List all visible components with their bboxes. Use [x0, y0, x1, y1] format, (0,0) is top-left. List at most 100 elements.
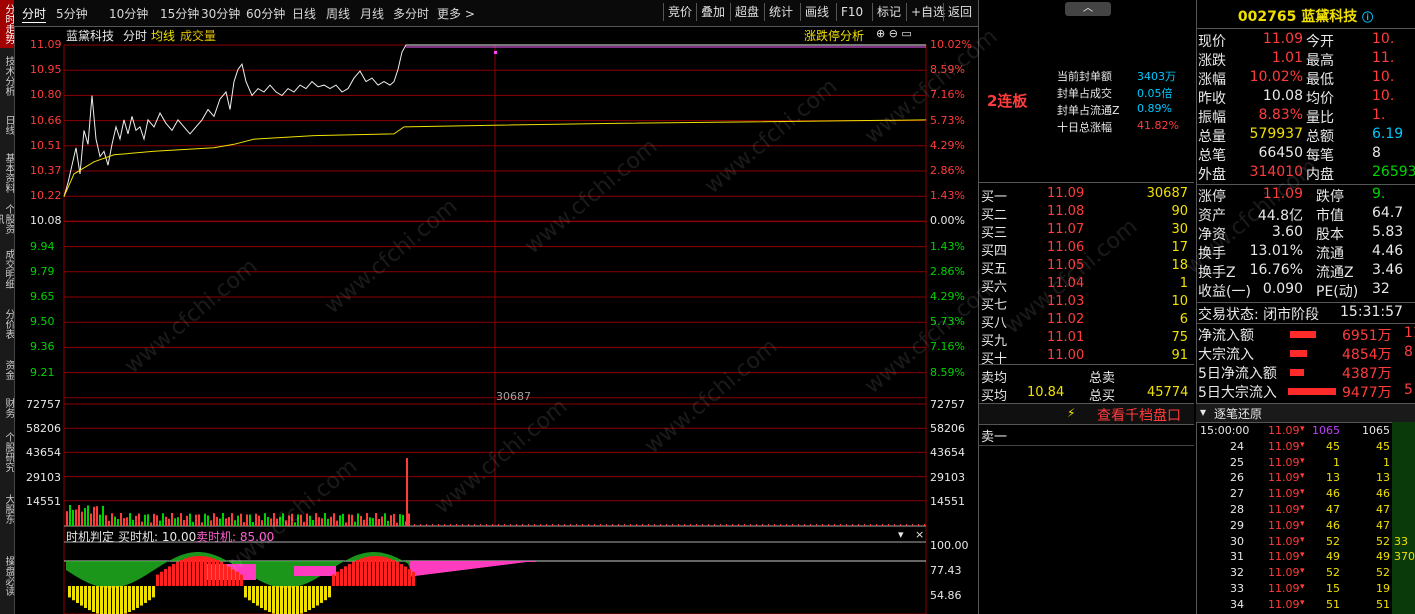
quote-label: 昨收 — [1198, 91, 1226, 107]
toolbar-button-8[interactable]: 返回 — [943, 3, 976, 21]
toolbar-button-3[interactable]: 统计 — [764, 3, 797, 21]
bid-row[interactable]: 买四 11.06 17 — [979, 239, 1194, 259]
volume-bar — [528, 524, 529, 526]
volume-bar — [237, 515, 239, 526]
quote-label-2: 最低 — [1306, 72, 1334, 88]
view-more-bar[interactable]: ⚡ 查看千档盘口 — [979, 403, 1194, 425]
bid-row[interactable]: 买六 11.04 1 — [979, 275, 1194, 295]
period-tab-0[interactable]: 分时 — [22, 5, 47, 23]
chevron-down-icon[interactable]: ▾ — [1200, 405, 1206, 419]
left-tab-7[interactable]: 资金 — [0, 350, 14, 390]
bid-row[interactable]: 买一 11.09 30687 — [979, 185, 1194, 205]
view-depth-link[interactable]: 查看千档盘口 — [1097, 405, 1181, 425]
left-tab-6[interactable]: 分价表 — [0, 300, 14, 348]
left-tab-11[interactable]: 操盘必读 — [0, 540, 14, 612]
divider — [979, 364, 1194, 365]
period-tab-7[interactable]: 周线 — [326, 5, 350, 22]
period-tab-8[interactable]: 月线 — [360, 5, 384, 22]
trade-time: 33 — [1230, 582, 1244, 595]
info-icon[interactable]: ⓘ — [1362, 11, 1373, 24]
trade-up-arrow-icon: ▾ — [1300, 534, 1305, 545]
left-tab-4[interactable]: 个股资讯 — [0, 200, 14, 238]
indicator-bar — [292, 586, 295, 614]
left-tab-2[interactable]: 日线 — [0, 104, 14, 146]
period-tab-2[interactable]: 10分钟 — [109, 5, 148, 22]
bid-row[interactable]: 买八 11.02 6 — [979, 311, 1194, 331]
volume-bar — [210, 520, 212, 526]
toolbar-button-6[interactable]: 标记 — [872, 3, 905, 21]
indicator-bar — [192, 556, 195, 586]
left-tab-5[interactable]: 成交明细 — [0, 240, 14, 298]
volume-bar — [333, 513, 335, 526]
indicator-bar — [328, 586, 331, 598]
period-tab-9[interactable]: 多分时 — [393, 5, 429, 22]
indicator-bar — [248, 586, 251, 601]
left-tab-0[interactable]: 分时走势 — [0, 0, 14, 48]
volume-bar — [240, 513, 242, 526]
lightning-icon: ⚡ — [1067, 406, 1076, 420]
bid-row[interactable]: 买七 11.03 10 — [979, 293, 1194, 313]
bid-row[interactable]: 买五 11.05 18 — [979, 257, 1194, 277]
indicator-bar — [280, 586, 283, 614]
period-tab-3[interactable]: 15分钟 — [160, 5, 199, 22]
indicator-bar — [212, 558, 215, 586]
indicator-bar — [140, 586, 143, 606]
left-tab-3[interactable]: 基本资料 — [0, 148, 14, 198]
period-tab-10[interactable]: 更多 > — [437, 5, 475, 22]
left-tab-9[interactable]: 个股研究 — [0, 426, 14, 478]
divider — [1196, 323, 1415, 324]
bid-row[interactable]: 买十 11.00 91 — [979, 347, 1194, 367]
chart-canvas[interactable] — [14, 26, 978, 614]
divider — [1196, 28, 1415, 29]
period-tab-5[interactable]: 60分钟 — [246, 5, 285, 22]
indicator-bar — [368, 556, 371, 586]
volume-axis-label-left: 58206 — [26, 422, 61, 436]
quote-row: 总量 579937 总额 6.19 — [1196, 126, 1415, 145]
period-tab-6[interactable]: 日线 — [292, 5, 316, 22]
limit-analysis-button[interactable]: 涨跌停分析 — [804, 27, 864, 44]
volume-bar — [201, 522, 203, 526]
indicator-sell-mark — [454, 561, 456, 571]
period-tab-4[interactable]: 30分钟 — [201, 5, 240, 22]
collapse-chevron-icon[interactable]: ︿ — [1065, 2, 1111, 16]
volume-bar — [228, 517, 230, 526]
price-axis-label: 10.66 — [30, 113, 62, 127]
left-tab-8[interactable]: 财务 — [0, 392, 14, 424]
indicator-close-icon[interactable]: × — [915, 528, 924, 541]
indicator-bar — [408, 569, 411, 586]
toolbar-button-1[interactable]: 叠加 — [696, 3, 729, 21]
volume-bar — [690, 524, 691, 526]
volume-bar — [630, 524, 631, 526]
percent-axis-label: 5.73% — [930, 113, 965, 127]
settings-icon[interactable]: ⊕ ⊖ ▭ — [876, 27, 912, 40]
volume-bar — [186, 515, 188, 526]
limit-info-label: 封单占成交 — [1057, 87, 1112, 100]
volume-bar — [270, 518, 272, 526]
bid-price: 11.01 — [1047, 330, 1085, 345]
left-tab-1[interactable]: 技术分析 — [0, 50, 14, 102]
chart-mode-label: 分时 — [123, 29, 148, 43]
toolbar-button-2[interactable]: 超盘 — [730, 3, 763, 21]
left-tab-10[interactable]: 大股东 — [0, 480, 14, 538]
indicator-sell-mark — [504, 561, 506, 565]
bid-row[interactable]: 买三 11.07 30 — [979, 221, 1194, 241]
volume-bar — [87, 505, 89, 526]
flow-extra: 5 — [1404, 382, 1413, 398]
period-tab-1[interactable]: 5分钟 — [56, 5, 88, 22]
toolbar-button-0[interactable]: 竞价 — [663, 3, 696, 21]
volume-bar — [534, 524, 535, 526]
indicator-bar — [288, 586, 291, 614]
indicator-dropdown-icon[interactable]: ▾ — [898, 528, 904, 541]
bid-row[interactable]: 买九 11.01 75 — [979, 329, 1194, 349]
volume-bar — [576, 524, 577, 526]
intraday-chart[interactable]: 蓝黛科技 分时 均线 成交量 涨跌停分析 ⊕ ⊖ ▭ 11.09 10.95 10.… — [14, 26, 978, 614]
toolbar-button-5[interactable]: F10 — [836, 3, 867, 21]
indicator-bar — [392, 560, 395, 586]
toolbar-button-4[interactable]: 画线 — [800, 3, 833, 21]
flow-value: 6951万 — [1342, 328, 1392, 344]
trade-row: 34 11.09 ▾ 51 51 — [1196, 597, 1415, 613]
indicator-sell-mark — [428, 561, 430, 575]
bid-row[interactable]: 买二 11.08 90 — [979, 203, 1194, 223]
indicator-sell-mark — [522, 561, 524, 563]
trade-up-arrow-icon: ▾ — [1300, 439, 1305, 450]
